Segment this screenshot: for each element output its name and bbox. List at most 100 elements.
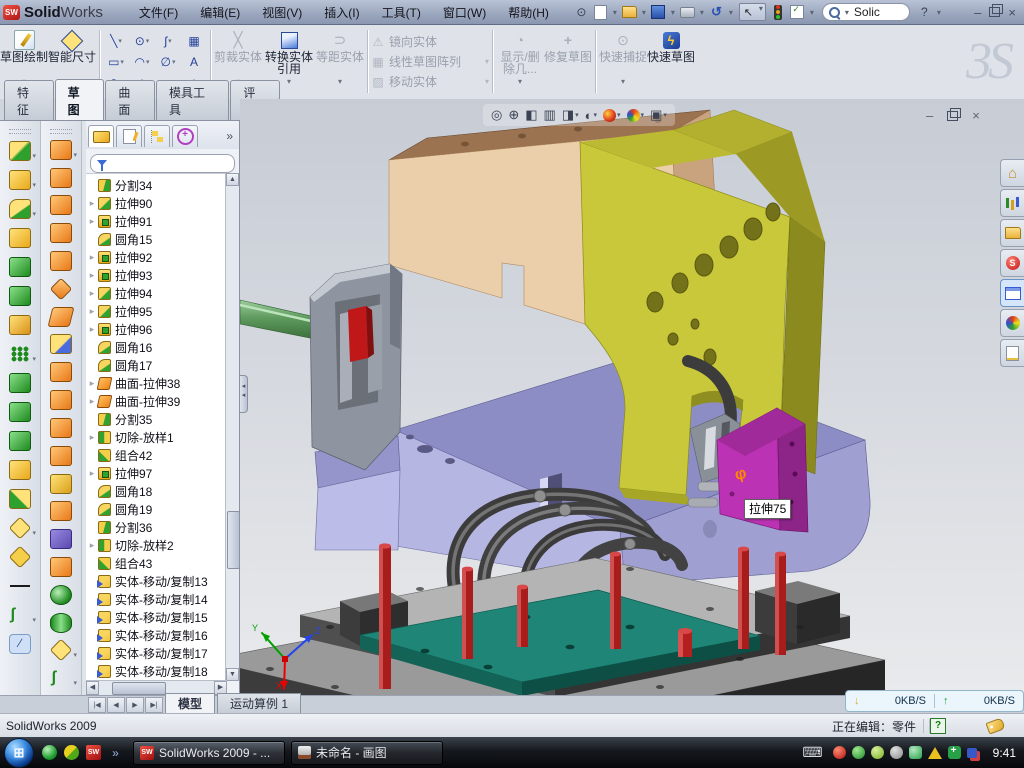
help-button[interactable]: ? (916, 4, 933, 20)
taskpane-tab-home[interactable]: ⌂ (1000, 159, 1024, 187)
icon-caret[interactable]: ▾ (32, 355, 36, 363)
toolbar-icon-gball[interactable] (48, 584, 74, 606)
toolbar-icon-gf[interactable]: ▾ (7, 197, 33, 220)
quicklaunch-ball[interactable] (64, 745, 79, 760)
menu-item-6[interactable]: 帮助(H) (498, 2, 559, 23)
headsup-caret[interactable]: ▾ (641, 111, 645, 119)
toolbar-icon-gn[interactable] (7, 255, 33, 278)
search-box[interactable]: ▾ Solic (822, 3, 910, 21)
doc-close-button[interactable]: × (972, 108, 980, 123)
tree-item[interactable]: 圆角19 (86, 500, 226, 518)
panel-overflow-chevron[interactable]: » (226, 129, 237, 143)
tree-item[interactable]: ▸拉伸91 (86, 212, 226, 230)
expand-arrow-icon[interactable]: ▸ (86, 540, 98, 551)
taskpane-tab-appearances[interactable] (1000, 309, 1024, 337)
headsup-icon-3[interactable]: ▥ (544, 107, 556, 123)
select-tool-group[interactable]: ↖▾ (739, 3, 766, 21)
select-arrow-icon[interactable]: ↖ (740, 4, 757, 20)
toolbar-icon-sq2[interactable]: ▾ (48, 667, 74, 689)
rebuild-button[interactable] (770, 4, 787, 20)
expand-arrow-icon[interactable]: ▸ (86, 252, 98, 263)
search-input[interactable]: Solic (854, 5, 880, 19)
minimize-button[interactable]: – (974, 5, 981, 20)
tree-item[interactable]: 分割36 (86, 518, 226, 536)
tree-item[interactable]: 圆角18 (86, 482, 226, 500)
status-help-icon[interactable]: ? (930, 718, 946, 734)
options-caret[interactable]: ▾ (808, 8, 816, 17)
tray-icon-green[interactable] (852, 746, 865, 759)
tree-item[interactable]: ▸拉伸90 (86, 194, 226, 212)
sketch-entity-1[interactable]: ⊙▾ (129, 30, 155, 51)
expand-arrow-icon[interactable]: ▸ (86, 324, 98, 335)
print-button[interactable] (679, 4, 696, 20)
tree-item[interactable]: ▸拉伸95 (86, 302, 226, 320)
panel-splitter-handle[interactable]: ◂◂ (240, 375, 248, 413)
tray-icon-dual[interactable] (967, 748, 977, 758)
headsup-icon-0[interactable]: ◎ (491, 107, 502, 123)
select-caret[interactable]: ▾ (757, 4, 765, 20)
start-button[interactable]: ⊞ (4, 738, 34, 768)
menu-item-1[interactable]: 编辑(E) (190, 2, 250, 23)
menu-item-3[interactable]: 插入(I) (314, 2, 369, 23)
sketch-entity-3[interactable]: ▦ (181, 30, 207, 51)
toolbar-icon-ob[interactable] (48, 250, 74, 272)
sketch-entity-2[interactable]: ʃ▾ (155, 30, 181, 51)
tree-item[interactable]: 圆角17 (86, 356, 226, 374)
tree-item[interactable]: 实体-移动/复制15 (86, 608, 226, 626)
menu-item-4[interactable]: 工具(T) (372, 2, 431, 23)
expand-arrow-icon[interactable]: ▸ (86, 432, 98, 443)
tab-nav-2[interactable]: ▶ (126, 697, 144, 713)
sketch-entity-caret[interactable]: ▾ (118, 37, 122, 45)
tree-item[interactable]: ▸拉伸93 (86, 266, 226, 284)
tree-item[interactable]: ▸曲面-拉伸38 (86, 374, 226, 392)
tree-item[interactable]: 组合43 (86, 554, 226, 572)
quicklaunch-msn[interactable] (42, 745, 57, 760)
scroll-left-button[interactable]: ◀ (86, 681, 99, 695)
options-button[interactable] (789, 4, 806, 20)
undo-caret[interactable]: ▾ (727, 8, 735, 17)
tree-item[interactable]: 实体-移动/复制13 (86, 572, 226, 590)
model-tab-0[interactable]: 模型 (165, 693, 215, 714)
horizontal-scroll-thumb[interactable] (112, 682, 166, 695)
tab-dimxpert-manager[interactable]: + (172, 125, 198, 147)
right-rail-block[interactable] (755, 581, 840, 644)
toolbar-icon-dots[interactable]: ▾ (7, 342, 33, 365)
toolbar-icon-spark[interactable]: ▾ (7, 516, 33, 539)
expand-arrow-icon[interactable]: ▸ (86, 270, 98, 281)
icon-caret[interactable]: ▾ (32, 152, 36, 160)
toolbar-icon-gs[interactable] (7, 313, 33, 336)
menu-item-2[interactable]: 视图(V) (252, 2, 312, 23)
headsup-icon-7[interactable]: ▾ (627, 109, 645, 122)
headsup-icon-6[interactable]: ▾ (603, 109, 621, 122)
sketch-entity-caret[interactable]: ▾ (168, 37, 172, 45)
icon-caret[interactable]: ▾ (32, 210, 36, 218)
headsup-caret[interactable]: ▾ (617, 111, 621, 119)
toolbar-icon-om[interactable]: ▾ (48, 139, 74, 161)
tab-nav-1[interactable]: ◀ (107, 697, 125, 713)
headsup-icon-5[interactable]: ◐▾ (585, 108, 597, 123)
taskpane-tab-library[interactable] (1000, 219, 1024, 247)
toolbar-icon-helix[interactable] (48, 334, 74, 356)
tree-item[interactable]: ▸拉伸96 (86, 320, 226, 338)
help-caret[interactable]: ▾ (935, 8, 943, 17)
toolbar-icon-sq[interactable]: ▾ (7, 603, 33, 626)
tree-item[interactable]: 分割34 (86, 176, 226, 194)
tab-nav-0[interactable]: |◀ (88, 697, 106, 713)
tab-feature-tree[interactable] (88, 125, 114, 147)
tree-item[interactable]: 实体-移动/复制14 (86, 590, 226, 608)
gray-clamp-part[interactable] (310, 264, 402, 470)
quicklaunch-sw[interactable]: SW (86, 745, 101, 760)
menu-item-0[interactable]: 文件(F) (129, 2, 188, 23)
taskpane-tab-solidworks[interactable]: S (1000, 249, 1024, 277)
vertical-scroll-thumb[interactable] (227, 511, 240, 569)
rapid-sketch-button[interactable]: ϟ 快速草图 (647, 24, 695, 99)
icon-caret[interactable]: ▾ (32, 616, 36, 624)
toolbar-icon-ox[interactable] (48, 417, 74, 439)
tree-filter-input[interactable] (90, 154, 235, 173)
toolbar-icon-ou[interactable] (48, 222, 74, 244)
toolbar-icon-oar[interactable] (48, 500, 74, 522)
tree-item[interactable]: ▸拉伸94 (86, 284, 226, 302)
toolbar-icon-gw[interactable] (7, 226, 33, 249)
toolbar-icon-gst[interactable] (7, 458, 33, 481)
tab-草图[interactable]: 草图 (55, 79, 105, 120)
